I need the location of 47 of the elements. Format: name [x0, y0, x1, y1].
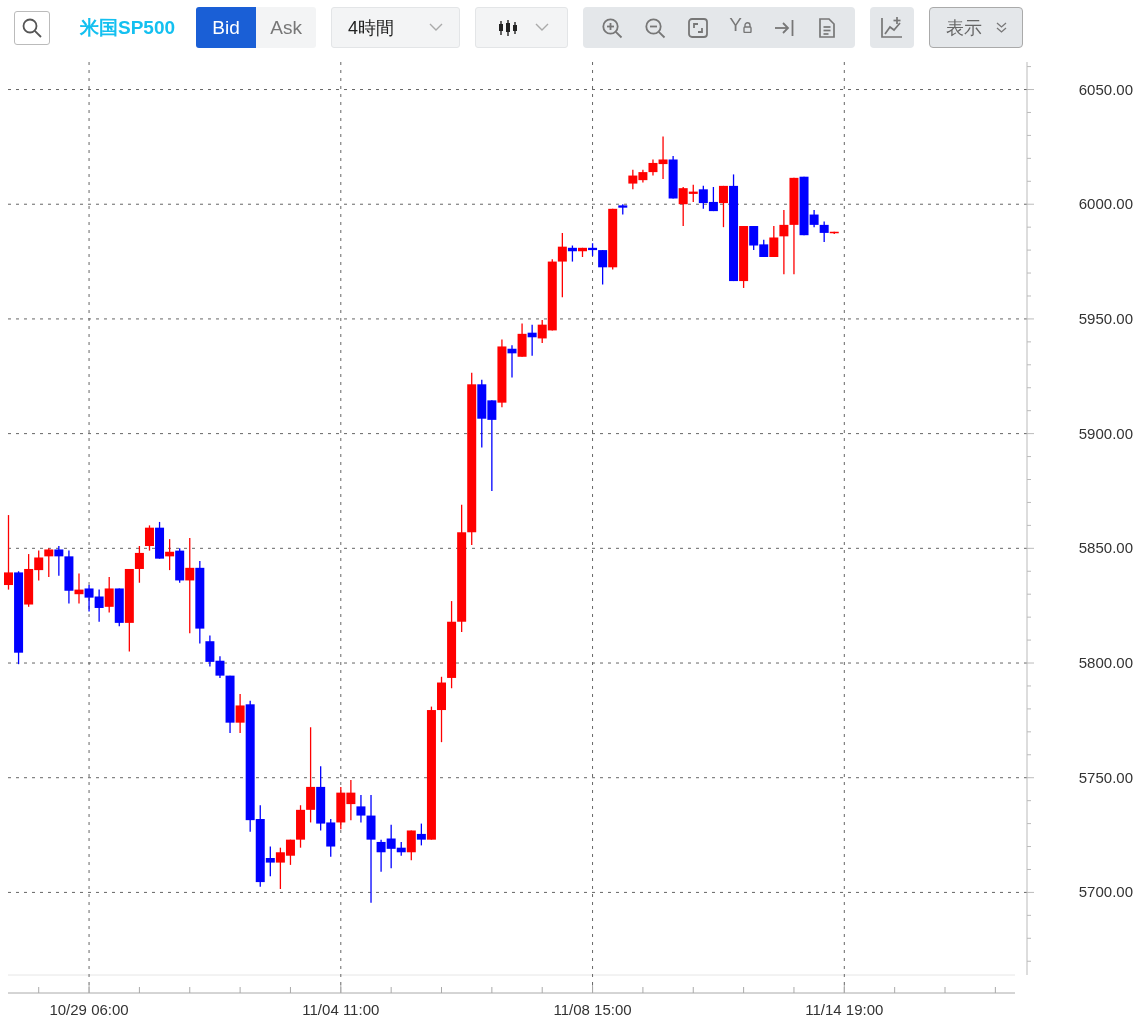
candlestick	[165, 538, 175, 571]
symbol-title: 米国SP500	[80, 15, 176, 40]
zoom-in-icon[interactable]	[600, 16, 623, 39]
chart-add-icon	[880, 15, 905, 40]
x-axis-label: 11/08 15:00	[553, 1001, 632, 1018]
candlestick	[628, 169, 638, 190]
chevron-down-icon	[535, 23, 550, 32]
candlestick	[346, 779, 356, 821]
chevron-down-icon	[429, 23, 444, 32]
candlestick	[638, 169, 648, 184]
candlestick	[84, 584, 94, 613]
x-axis-label: 10/29 06:00	[49, 1001, 129, 1018]
candlestick	[155, 521, 165, 560]
y-axis-label: 5950.00	[1078, 309, 1133, 327]
price-tab[interactable]: Ask	[256, 7, 317, 48]
search-button[interactable]	[14, 10, 50, 45]
timeframe-dropdown[interactable]: 4時間	[331, 7, 461, 48]
zoom-out-icon[interactable]	[643, 16, 666, 39]
candlestick-icon	[498, 17, 519, 38]
y-axis-label: 5850.00	[1078, 539, 1133, 557]
y-axis-label: 5750.00	[1078, 768, 1133, 786]
y-lock-button[interactable]: Y	[719, 7, 763, 48]
add-indicator-button[interactable]	[870, 7, 915, 48]
search-icon	[21, 16, 43, 39]
price-tab[interactable]: Bid	[196, 7, 257, 48]
document-icon[interactable]	[816, 16, 837, 39]
y-axis-label: 5700.00	[1078, 883, 1133, 901]
candlestick	[527, 324, 537, 357]
candlestick	[517, 322, 527, 358]
x-axis-label: 11/04 11:00	[302, 1001, 380, 1018]
expand-icon[interactable]	[686, 16, 709, 39]
y-axis-label: 6050.00	[1078, 80, 1133, 98]
lock-icon	[742, 22, 752, 33]
candlestick	[336, 786, 346, 830]
y-axis-label: 5800.00	[1078, 654, 1133, 671]
candlestick	[44, 547, 54, 578]
candlestick	[104, 576, 114, 614]
candlestick	[94, 588, 104, 623]
candlestick	[145, 524, 154, 552]
y-axis-label: 6000.00	[1078, 195, 1133, 213]
double-chevron-icon	[995, 21, 1007, 34]
candlestick	[698, 185, 708, 210]
x-axis-label: 11/14 19:00	[805, 1001, 884, 1018]
y-axis-label: 5900.00	[1078, 424, 1133, 442]
display-button[interactable]: 表示	[929, 7, 1024, 48]
candlestick	[668, 155, 678, 200]
chart-type-dropdown[interactable]	[475, 7, 569, 48]
